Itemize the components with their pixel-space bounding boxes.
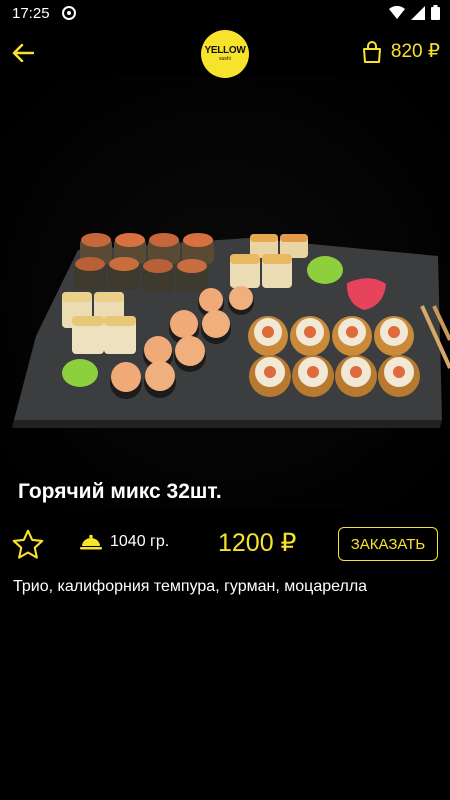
weight-value: 1040 гр. — [110, 533, 170, 550]
favorite-button[interactable] — [10, 527, 46, 563]
brand-logo: YELLOW sushi — [201, 30, 249, 78]
status-time: 17:25 — [12, 5, 50, 22]
product-title: Горячий микс 32шт. — [18, 480, 222, 503]
logo-text: YELLOW — [204, 45, 246, 56]
product-price: 1200 ₽ — [218, 529, 297, 557]
signal-icon — [411, 5, 425, 20]
order-button[interactable]: ЗАКАЗАТЬ — [338, 527, 438, 561]
logo-subtext: sushi — [219, 56, 231, 62]
wifi-icon — [389, 5, 405, 19]
cloche-icon — [80, 534, 102, 550]
product-weight: 1040 гр. — [80, 533, 169, 551]
status-bar: 17:25 — [0, 0, 450, 28]
product-action-row: 1040 гр. 1200 ₽ ЗАКАЗАТЬ — [0, 513, 450, 575]
cart-button[interactable]: 820 ₽ — [361, 40, 440, 63]
app-notification-icon — [62, 6, 76, 20]
cart-amount: 820 ₽ — [390, 41, 440, 62]
star-outline-icon — [12, 529, 44, 559]
sushi-set-illustration — [0, 78, 450, 510]
shopping-bag-icon — [362, 40, 381, 63]
status-icons — [389, 5, 440, 20]
back-button[interactable] — [6, 36, 40, 70]
app-bar: YELLOW sushi 820 ₽ — [0, 28, 450, 78]
battery-icon — [431, 5, 440, 20]
arrow-left-icon — [12, 44, 34, 62]
product-description: Трио, калифорния темпура, гурман, моцаре… — [13, 578, 368, 595]
product-image — [0, 78, 450, 510]
